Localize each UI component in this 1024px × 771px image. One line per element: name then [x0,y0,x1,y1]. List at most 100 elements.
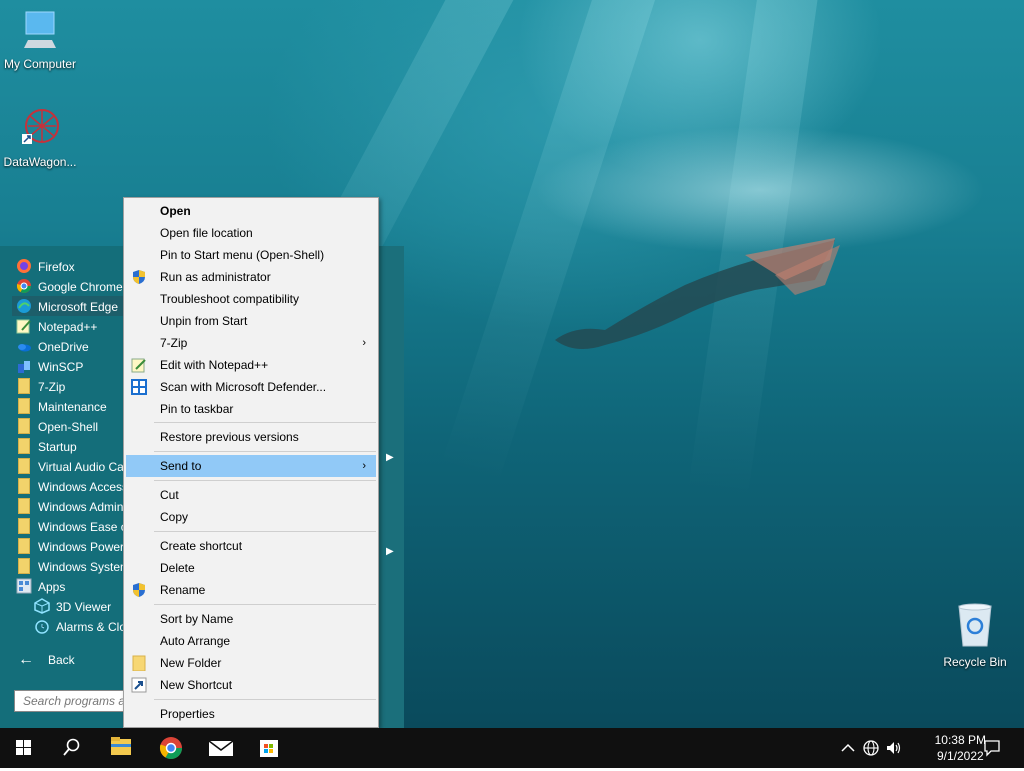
menu-item-cut[interactable]: Cut [126,484,376,506]
menu-separator [154,422,376,423]
menu-item-open[interactable]: Open [126,200,376,222]
program-folder-7zip[interactable]: 7-Zip [16,376,65,396]
folder-icon [18,457,30,474]
mail-icon [208,740,234,756]
menu-item-troubleshoot-compatibility[interactable]: Troubleshoot compatibility [126,288,376,310]
chrome-icon [16,278,32,294]
taskbar-chrome[interactable] [148,728,194,768]
search-icon [63,738,80,756]
menu-item-open-file-location[interactable]: Open file location [126,222,376,244]
program-item-alarms-clock[interactable]: Alarms & Clo [34,616,126,636]
3d-viewer-icon [34,597,50,614]
action-center-button[interactable] [982,738,1002,758]
show-hidden-icons-button[interactable] [838,738,858,758]
program-folder-apps[interactable]: Apps [16,576,65,596]
firefox-icon [16,258,32,274]
program-folder-virtual-audio[interactable]: Virtual Audio Ca [16,456,124,476]
menu-item-pin-to-start[interactable]: Pin to Start menu (Open-Shell) [126,244,376,266]
volume-icon [887,742,901,754]
menu-separator [154,531,376,532]
menu-item-sort-by-name[interactable]: Sort by Name [126,608,376,630]
program-item-microsoft-edge[interactable]: Microsoft Edge [12,296,129,316]
recycle-bin-icon [958,603,992,647]
clock-time: 10:38 PM [934,733,986,747]
program-folder-windows-system[interactable]: Windows System [16,556,130,576]
clock-date: 9/1/2022 [936,749,984,763]
shortcut-icon [131,677,147,693]
menu-separator [154,604,376,605]
network-icon [863,740,879,756]
context-menu: Open Open file location Pin to Start men… [123,197,379,728]
notepadpp-icon [16,318,32,334]
action-center-icon [984,740,1000,757]
arrow-left-icon: ← [18,651,34,668]
store-icon [260,740,278,757]
program-folder-startup[interactable]: Startup [16,436,77,456]
program-item-winscp[interactable]: WinSCP [16,356,83,376]
desktop-icon-recycle-bin[interactable]: Recycle Bin [935,602,1015,669]
wallpaper-diver-image [555,238,840,349]
menu-item-send-to[interactable]: Send to › [126,455,376,477]
desktop-icon-my-computer[interactable]: My Computer [0,10,80,71]
file-explorer-icon [111,737,131,755]
folder-icon [18,477,30,494]
winscp-icon [16,358,32,374]
search-programs-input[interactable]: Search programs a [14,690,124,712]
program-folder-maintenance[interactable]: Maintenance [16,396,107,416]
uac-shield-icon [133,270,145,284]
menu-item-run-as-administrator[interactable]: Run as administrator [126,266,376,288]
menu-item-edit-with-notepadpp[interactable]: Edit with Notepad++ [126,354,376,376]
program-item-firefox[interactable]: Firefox [16,256,75,276]
back-button[interactable]: ← Back [18,650,75,670]
desktop-icon-datawagon[interactable]: DataWagon... [0,108,80,169]
volume-tray-button[interactable] [884,738,904,758]
start-button[interactable] [0,728,46,768]
chevron-up-icon [841,743,855,752]
menu-item-pin-to-taskbar[interactable]: Pin to taskbar [126,398,376,420]
taskbar-search-button[interactable] [48,728,94,768]
notepadpp-icon [131,358,146,373]
menu-item-restore-previous-versions[interactable]: Restore previous versions [126,426,376,448]
menu-item-scan-with-defender[interactable]: Scan with Microsoft Defender... [126,376,376,398]
menu-item-create-shortcut[interactable]: Create shortcut [126,535,376,557]
program-folder-windows-accessories[interactable]: Windows Access [16,476,128,496]
menu-separator [154,480,376,481]
program-folder-open-shell[interactable]: Open-Shell [16,416,98,436]
folder-icon [18,517,30,534]
program-folder-windows-ease[interactable]: Windows Ease o [16,516,127,536]
program-folder-windows-admin[interactable]: Windows Admin [16,496,123,516]
menu-separator [154,699,376,700]
program-folder-windows-powershell[interactable]: Windows Power [16,536,124,556]
network-tray-button[interactable] [861,738,881,758]
folder-icon [18,377,30,394]
uac-shield-icon [133,583,145,597]
taskbar-file-explorer[interactable] [98,728,144,768]
taskbar-mail[interactable] [198,728,244,768]
menu-item-new-folder[interactable]: New Folder [126,652,376,674]
chrome-icon [159,737,182,759]
taskbar-clock[interactable]: 10:38 PM 9/1/2022 [935,732,986,764]
desktop-icon-label: Recycle Bin [943,655,1007,669]
program-item-3d-viewer[interactable]: 3D Viewer [34,596,111,616]
menu-item-delete[interactable]: Delete [126,557,376,579]
chevron-right-icon: › [362,460,366,472]
program-item-onedrive[interactable]: OneDrive [16,336,89,356]
menu-separator [154,451,376,452]
desktop-icon-label: My Computer [3,57,77,71]
program-item-notepadpp[interactable]: Notepad++ [16,316,97,336]
folder-icon [18,497,30,514]
onedrive-icon [16,338,32,354]
menu-item-auto-arrange[interactable]: Auto Arrange [126,630,376,652]
menu-item-copy[interactable]: Copy [126,506,376,528]
taskbar-store[interactable] [246,728,292,768]
menu-item-rename[interactable]: Rename [126,579,376,601]
menu-item-7zip[interactable]: 7-Zip › [126,332,376,354]
computer-icon [24,11,56,48]
menu-item-properties[interactable]: Properties [126,703,376,725]
apps-icon [16,578,32,594]
menu-item-new-shortcut[interactable]: New Shortcut [126,674,376,696]
submenu-arrow-icon: ▶ [386,546,394,557]
program-item-google-chrome[interactable]: Google Chrome [16,276,123,296]
menu-item-unpin-from-start[interactable]: Unpin from Start [126,310,376,332]
edge-icon [16,298,32,314]
